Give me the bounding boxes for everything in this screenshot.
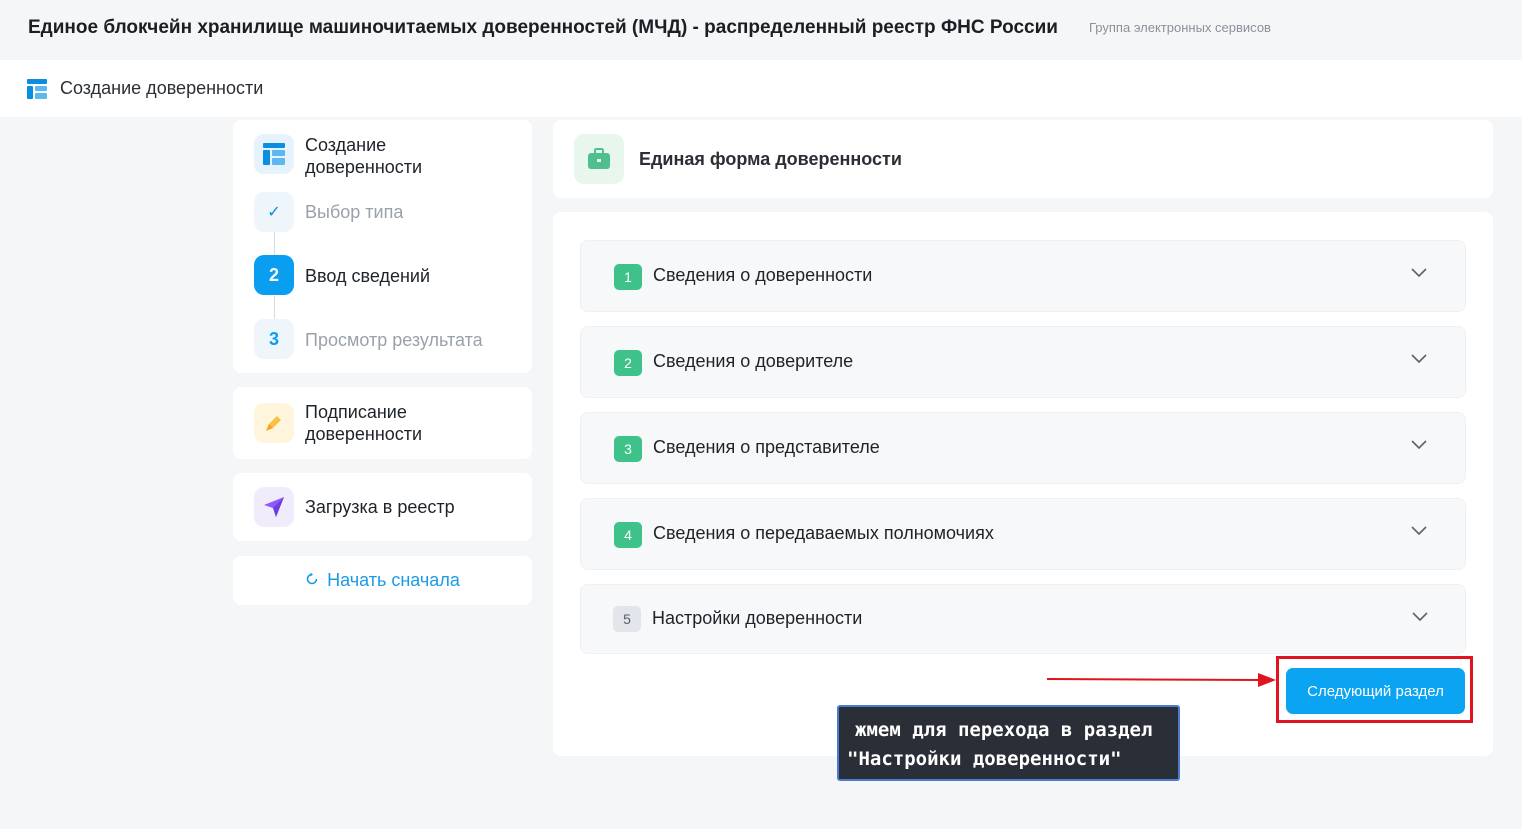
section-2-accordion[interactable]: 2 Сведения о доверителе — [580, 326, 1466, 398]
top-header: Единое блокчейн хранилище машиночитаемых… — [0, 0, 1522, 60]
section-4-accordion[interactable]: 4 Сведения о передаваемых полномочиях — [580, 498, 1466, 570]
sidebar-sign-title: Подписание доверенности — [305, 402, 423, 444]
chevron-down-icon — [1411, 440, 1427, 450]
section-1-accordion[interactable]: 1 Сведения о доверенности — [580, 240, 1466, 312]
sidebar-create-card: Создание доверенности ✓ Выбор типа 2 Вво… — [233, 120, 532, 373]
refresh-icon — [305, 570, 319, 591]
arrow-right-icon — [1046, 673, 1276, 687]
pen-icon — [254, 403, 294, 443]
form-header-title: Единая форма доверенности — [639, 149, 902, 169]
form-layout-icon — [254, 134, 294, 174]
step-2-label[interactable]: Ввод сведений — [305, 265, 430, 287]
form-header-card: Единая форма доверенности — [553, 120, 1493, 198]
section-5-accordion[interactable]: 5 Настройки доверенности — [580, 584, 1466, 654]
annotation-line-2: "Настройки доверенности" — [847, 748, 1122, 770]
section-3-accordion[interactable]: 3 Сведения о представителе — [580, 412, 1466, 484]
step-2-active-marker: 2 — [254, 255, 294, 295]
sidebar-sign-card[interactable]: Подписание доверенности — [233, 387, 532, 459]
section-2-number: 2 — [614, 350, 642, 376]
restart-label: Начать сначала — [327, 570, 460, 590]
step-connector — [274, 296, 275, 319]
section-3-number: 3 — [614, 436, 642, 462]
section-1-number: 1 — [614, 264, 642, 290]
section-2-label: Сведения о доверителе — [653, 351, 854, 371]
restart-button[interactable]: Начать сначала — [233, 556, 532, 605]
section-4-number: 4 — [614, 522, 642, 548]
section-5-number: 5 — [613, 606, 641, 632]
step-3-pending-marker: 3 — [254, 319, 294, 359]
check-icon: ✓ — [267, 204, 281, 221]
step-1-done-marker: ✓ — [254, 192, 294, 232]
sidebar-upload-card[interactable]: Загрузка в реестр — [233, 473, 532, 541]
step-1-label[interactable]: Выбор типа — [305, 201, 403, 223]
step-connector — [274, 232, 275, 255]
app-title: Единое блокчейн хранилище машиночитаемых… — [28, 17, 1058, 38]
chevron-down-icon — [1411, 354, 1427, 364]
section-3-label: Сведения о представителе — [653, 437, 880, 457]
form-layout-icon — [27, 79, 47, 104]
annotation-line-1: жмем для перехода в раздел — [855, 719, 1153, 741]
app-subtitle: Группа электронных сервисов — [1089, 20, 1271, 35]
chevron-down-icon — [1411, 526, 1427, 536]
sidebar-create-title: Создание доверенности — [305, 135, 423, 177]
section-5-label: Настройки доверенности — [652, 608, 863, 628]
page-bar: Создание доверенности — [0, 60, 1522, 117]
section-4-label: Сведения о передаваемых полномочиях — [653, 523, 994, 543]
annotation-tooltip: жмем для перехода в раздел "Настройки до… — [837, 705, 1180, 781]
step-3-label[interactable]: Просмотр результата — [305, 329, 483, 351]
briefcase-icon — [574, 134, 624, 184]
chevron-down-icon — [1411, 268, 1427, 278]
section-1-label: Сведения о доверенности — [653, 265, 873, 285]
page-title: Создание доверенности — [60, 78, 264, 98]
highlight-box — [1276, 656, 1473, 723]
chevron-down-icon — [1412, 612, 1428, 622]
send-icon — [254, 487, 294, 527]
sidebar-upload-title: Загрузка в реестр — [305, 497, 455, 517]
